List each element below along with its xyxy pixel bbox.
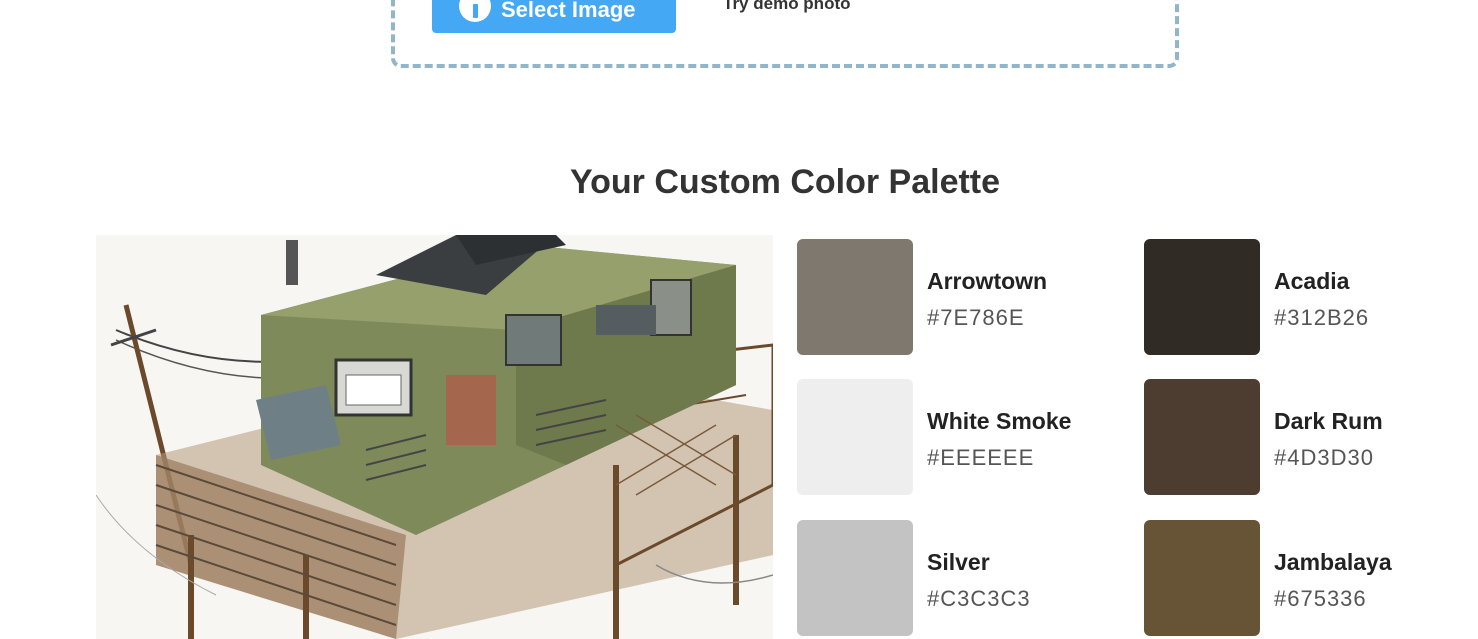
palette-color-white-smoke[interactable]: White Smoke #EEEEEE [797, 379, 1071, 495]
try-demo-photo-link[interactable]: Try demo photo [723, 0, 851, 14]
uploaded-image-preview [96, 235, 773, 639]
color-hex: #C3C3C3 [927, 585, 1031, 611]
color-swatch [797, 239, 913, 355]
color-swatch [1144, 239, 1260, 355]
palette-color-silver[interactable]: Silver #C3C3C3 [797, 520, 1031, 636]
color-hex: #312B26 [1274, 304, 1370, 330]
info-icon [459, 0, 491, 22]
select-image-label: Select Image [501, 0, 636, 22]
color-swatch [1144, 379, 1260, 495]
color-name: White Smoke [927, 407, 1072, 434]
color-swatch [1144, 520, 1260, 636]
select-image-button[interactable]: Select Image [432, 0, 676, 33]
color-name: Arrowtown [927, 267, 1048, 294]
color-hex: #4D3D30 [1274, 444, 1374, 470]
palette-color-arrowtown[interactable]: Arrowtown #7E786E [797, 239, 1047, 355]
page-title: Your Custom Color Palette [569, 163, 1001, 201]
color-name: Dark Rum [1274, 407, 1383, 434]
color-swatch [797, 520, 913, 636]
palette-color-dark-rum[interactable]: Dark Rum #4D3D30 [1144, 379, 1383, 495]
palette-color-jambalaya[interactable]: Jambalaya #675336 [1144, 520, 1392, 636]
color-name: Silver [927, 548, 990, 575]
color-hex: #675336 [1274, 585, 1367, 611]
color-swatch [797, 379, 913, 495]
color-name: Acadia [1274, 267, 1350, 294]
color-hex: #EEEEEE [927, 444, 1035, 470]
palette-color-acadia[interactable]: Acadia #312B26 [1144, 239, 1369, 355]
color-name: Jambalaya [1274, 548, 1392, 575]
color-hex: #7E786E [927, 304, 1025, 330]
